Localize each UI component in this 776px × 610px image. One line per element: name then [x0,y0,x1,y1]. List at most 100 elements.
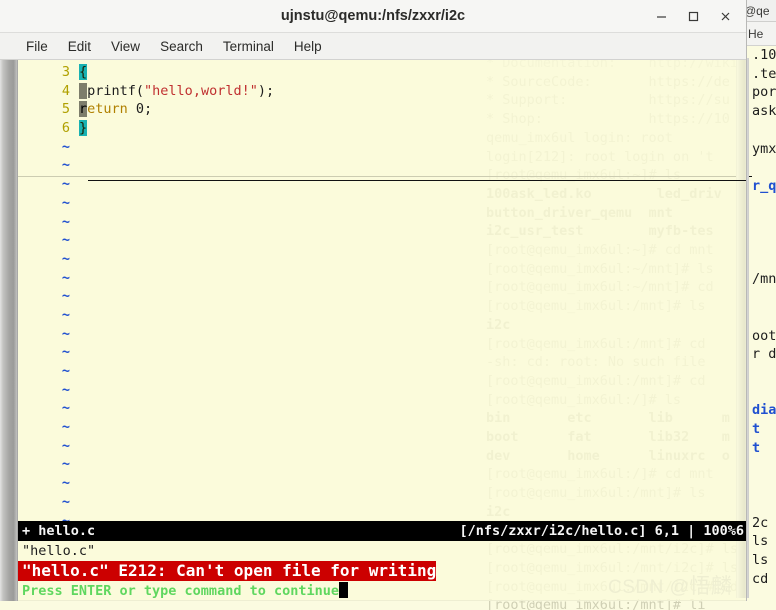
background-right-line: ls [752,532,776,551]
vim-empty-line: ~ [18,175,746,194]
code-segment: { [79,64,88,80]
tilde-marker: ~ [61,363,70,379]
background-right-line: r_qe [752,177,776,196]
background-right-line: t [752,420,776,439]
screen: @qe He * Documentation: http://wiki* Sou… [0,0,776,610]
line-number: 3 [61,64,70,80]
close-button[interactable] [710,3,740,29]
tilde-marker: ~ [61,456,70,473]
code-segment: ); [257,82,275,99]
menu-item-edit[interactable]: Edit [58,37,101,56]
background-right-line [752,158,776,177]
vim-empty-line: ~ [18,493,746,512]
background-right-line [752,495,776,514]
tilde-marker: ~ [61,381,70,398]
window-title: ujnstu@qemu:/nfs/zxxr/i2c [280,8,466,24]
line-number: 4 [61,82,70,99]
vim-empty-line: ~ [18,213,746,232]
background-right-text: 2c [752,514,769,531]
menu-item-help[interactable]: Help [284,37,332,56]
tilde-marker: ~ [61,325,70,342]
tilde-marker: ~ [61,194,70,211]
background-right-line: .100 [752,46,776,65]
background-right-line [752,383,776,402]
terminal-scrollbar[interactable] [0,60,18,601]
background-right-line: /mnt [752,270,776,289]
background-window-titlebar: @qe [742,0,776,22]
background-right-text: .100 [752,47,776,63]
background-right-text [752,215,760,231]
background-right-line [752,214,776,233]
background-right-text [752,234,760,250]
vim-empty-line: ~ [18,399,746,418]
background-right-text [752,309,760,325]
tilde-marker: ~ [61,344,70,361]
code-segment: } [79,120,88,137]
background-right-line [752,289,776,308]
background-right-line: r di [752,345,776,364]
background-right-line: 2c [752,514,776,533]
window-titlebar[interactable]: ujnstu@qemu:/nfs/zxxr/i2c [0,0,746,33]
vim-empty-line: ~ [18,362,746,381]
menu-item-file[interactable]: File [16,37,58,56]
tilde-marker: ~ [61,269,70,286]
background-right-text [752,384,760,400]
background-right-text [752,290,760,306]
background-right-text: port [752,84,776,101]
vim-empty-line: ~ [18,138,746,157]
background-right-text [752,477,760,493]
tilde-marker: ~ [61,437,70,454]
background-right-text: t [752,439,761,456]
vim-empty-line: ~ [18,381,746,400]
background-right-text [752,197,760,213]
background-right-text [752,365,760,381]
vim-empty-line: ~ [18,287,746,306]
background-right-line [752,457,776,476]
message-error-row: "hello.c" E212: Can't open file for writ… [18,561,746,581]
vim-editor[interactable]: #include3{4 printf("hello,world!");5retu… [18,60,746,601]
background-right-text: ymx6 [752,140,776,157]
background-right-text: ask [752,103,776,120]
background-right-text [752,122,760,138]
background-right-text: t [752,421,761,438]
menu-item-view[interactable]: View [101,37,150,56]
tilde-marker: ~ [61,419,70,436]
tilde-marker: ~ [61,475,70,492]
minimize-button[interactable] [646,3,676,29]
background-right-text: ls [752,551,769,568]
vim-empty-line: ~ [18,455,746,474]
background-right-line [752,252,776,271]
vim-line: 3{ [18,63,746,82]
maximize-button[interactable] [678,3,708,29]
background-right-line: t [752,439,776,458]
tilde-marker: ~ [61,232,70,249]
window-controls [646,0,740,32]
background-terminal-right-column: .100 .ter port ask ymx6 r_qe /mnt oot r di d… [752,46,776,610]
menu-item-terminal[interactable]: Terminal [213,37,284,56]
tilde-marker: ~ [61,138,70,155]
background-right-text: /mnt [752,271,776,288]
vim-empty-line: ~ [18,306,746,325]
background-right-text [752,496,760,512]
tilde-marker: ~ [61,493,70,510]
code-segment: r [79,101,88,118]
line-number: 6 [61,120,70,137]
menu-bar: File Edit View Search Terminal Help [0,33,746,60]
code-segment: eturn [87,101,136,118]
buffer-separator-line [88,180,746,181]
text-cursor [338,582,348,598]
code-segment [79,82,88,99]
vim-status-area: + hello.c [/nfs/zxxr/i2c/hello.c] 6,1 | … [18,521,746,601]
background-right-text: oot [752,327,776,344]
terminal-content[interactable]: #include3{4 printf("hello,world!");5retu… [0,60,746,601]
status-right: [/nfs/zxxr/i2c/hello.c] 6,1 | 100%6 [459,523,744,539]
vim-status-line: + hello.c [/nfs/zxxr/i2c/hello.c] 6,1 | … [18,521,746,541]
message-error-line: "hello.c" E212: Can't open file for writ… [18,561,437,581]
background-right-line [752,196,776,215]
menu-item-search[interactable]: Search [150,37,213,56]
background-right-text [752,159,760,175]
vim-empty-line: ~ [18,250,746,269]
tilde-marker: ~ [61,157,70,174]
background-right-line: ymx6 [752,140,776,159]
background-right-line [752,233,776,252]
